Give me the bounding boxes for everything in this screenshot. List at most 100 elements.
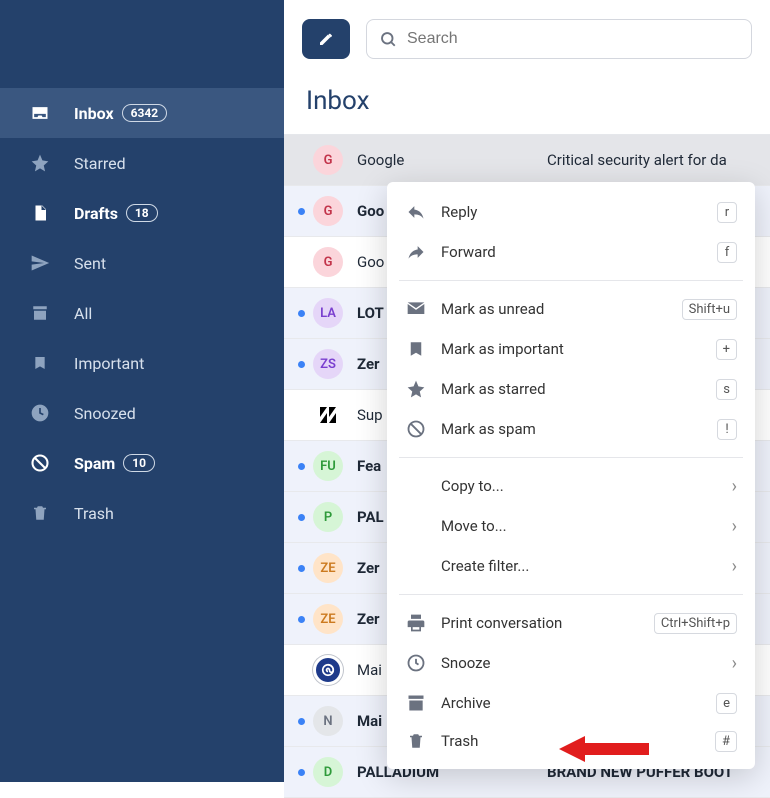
menu-spam[interactable]: Mark as spam ! bbox=[387, 409, 755, 449]
sidebar-item-label: All bbox=[74, 304, 92, 323]
sidebar-item-drafts[interactable]: Drafts18 bbox=[0, 188, 284, 238]
print-icon bbox=[405, 612, 427, 634]
unread-dot bbox=[298, 208, 305, 215]
forward-icon bbox=[405, 241, 427, 263]
unread-dot bbox=[298, 361, 305, 368]
sidebar-item-all[interactable]: All bbox=[0, 288, 284, 338]
avatar: ZE bbox=[313, 553, 343, 583]
menu-key: f bbox=[717, 242, 737, 263]
reply-icon bbox=[405, 201, 427, 223]
chevron-right-icon: › bbox=[732, 476, 737, 497]
menu-label: Mark as starred bbox=[441, 380, 716, 398]
sidebar-item-label: Snoozed bbox=[74, 404, 136, 423]
menu-label: Mark as spam bbox=[441, 420, 717, 438]
menu-key: # bbox=[715, 731, 737, 752]
chevron-right-icon: › bbox=[732, 516, 737, 537]
search-box[interactable] bbox=[366, 19, 752, 59]
menu-snooze[interactable]: Snooze › bbox=[387, 643, 755, 683]
menu-trash[interactable]: Trash # bbox=[387, 723, 755, 759]
sidebar-item-snoozed[interactable]: Snoozed bbox=[0, 388, 284, 438]
email-row[interactable]: GGoogleCritical security alert for da bbox=[284, 135, 770, 186]
bookmark-icon bbox=[405, 338, 427, 360]
avatar: G bbox=[313, 196, 343, 226]
sidebar-item-label: Drafts bbox=[74, 204, 118, 223]
avatar bbox=[313, 400, 343, 430]
file-icon bbox=[28, 201, 52, 225]
sidebar-item-inbox[interactable]: Inbox6342 bbox=[0, 88, 284, 138]
unread-dot bbox=[298, 514, 305, 521]
avatar: ZE bbox=[313, 604, 343, 634]
menu-key: + bbox=[716, 339, 737, 360]
menu-label: Print conversation bbox=[441, 614, 654, 632]
sidebar-item-label: Sent bbox=[74, 254, 106, 273]
menu-important[interactable]: Mark as important + bbox=[387, 329, 755, 369]
sidebar-item-trash[interactable]: Trash bbox=[0, 488, 284, 538]
avatar: G bbox=[313, 145, 343, 175]
context-menu: Reply r Forward f Mark as unread Shift+u… bbox=[387, 182, 755, 769]
menu-label: Mark as important bbox=[441, 340, 716, 358]
avatar: G bbox=[313, 247, 343, 277]
menu-key: e bbox=[716, 693, 737, 714]
menu-reply[interactable]: Reply r bbox=[387, 192, 755, 232]
pencil-icon bbox=[318, 31, 334, 47]
chevron-right-icon: › bbox=[732, 653, 737, 674]
email-subject: Critical security alert for da bbox=[547, 151, 770, 169]
menu-label: Move to... bbox=[441, 517, 732, 535]
sidebar: Inbox6342 Starred Drafts18 Sent All Important… bbox=[0, 0, 284, 782]
avatar: ZS bbox=[313, 349, 343, 379]
menu-copy[interactable]: Copy to... › bbox=[387, 466, 755, 506]
menu-unread[interactable]: Mark as unread Shift+u bbox=[387, 289, 755, 329]
sidebar-item-label: Trash bbox=[74, 504, 114, 523]
menu-print[interactable]: Print conversation Ctrl+Shift+p bbox=[387, 603, 755, 643]
sidebar-item-count: 10 bbox=[123, 454, 155, 472]
unread-dot bbox=[298, 310, 305, 317]
menu-key: Ctrl+Shift+p bbox=[654, 613, 737, 634]
page-title: Inbox bbox=[284, 78, 770, 134]
sidebar-item-important[interactable]: Important bbox=[0, 338, 284, 388]
avatar: FU bbox=[313, 451, 343, 481]
unread-dot bbox=[298, 565, 305, 572]
menu-label: Copy to... bbox=[441, 477, 732, 495]
sidebar-item-spam[interactable]: Spam10 bbox=[0, 438, 284, 488]
ban-icon bbox=[405, 418, 427, 440]
menu-key: Shift+u bbox=[682, 299, 737, 320]
ban-icon bbox=[28, 451, 52, 475]
menu-label: Create filter... bbox=[441, 557, 732, 575]
search-icon bbox=[379, 30, 397, 48]
mail-icon bbox=[405, 298, 427, 320]
sidebar-item-sent[interactable]: Sent bbox=[0, 238, 284, 288]
search-input[interactable] bbox=[407, 30, 739, 48]
bookmark-icon bbox=[28, 351, 52, 375]
trash-icon bbox=[28, 501, 52, 525]
menu-label: Trash bbox=[441, 732, 715, 750]
unread-dot bbox=[298, 769, 305, 776]
compose-button[interactable] bbox=[302, 19, 350, 59]
unread-dot bbox=[298, 463, 305, 470]
menu-move[interactable]: Move to... › bbox=[387, 506, 755, 546]
menu-filter[interactable]: Create filter... › bbox=[387, 546, 755, 586]
menu-key: r bbox=[717, 202, 737, 223]
clock-icon bbox=[28, 401, 52, 425]
star-icon bbox=[28, 151, 52, 175]
menu-archive[interactable]: Archive e bbox=[387, 683, 755, 723]
menu-label: Snooze bbox=[441, 654, 732, 672]
menu-label: Forward bbox=[441, 243, 717, 261]
menu-starred[interactable]: Mark as starred s bbox=[387, 369, 755, 409]
avatar bbox=[313, 655, 343, 685]
menu-label: Mark as unread bbox=[441, 300, 682, 318]
clock-icon bbox=[405, 652, 427, 674]
star-icon bbox=[405, 378, 427, 400]
paper-plane-icon bbox=[28, 251, 52, 275]
unread-dot bbox=[298, 616, 305, 623]
menu-label: Reply bbox=[441, 203, 717, 221]
sidebar-item-label: Starred bbox=[74, 154, 126, 173]
menu-forward[interactable]: Forward f bbox=[387, 232, 755, 272]
topbar bbox=[284, 0, 770, 78]
menu-key: ! bbox=[717, 419, 737, 440]
sidebar-item-label: Important bbox=[74, 354, 144, 373]
avatar: N bbox=[313, 706, 343, 736]
menu-key: s bbox=[716, 379, 737, 400]
unread-dot bbox=[298, 718, 305, 725]
avatar: D bbox=[313, 757, 343, 787]
sidebar-item-starred[interactable]: Starred bbox=[0, 138, 284, 188]
